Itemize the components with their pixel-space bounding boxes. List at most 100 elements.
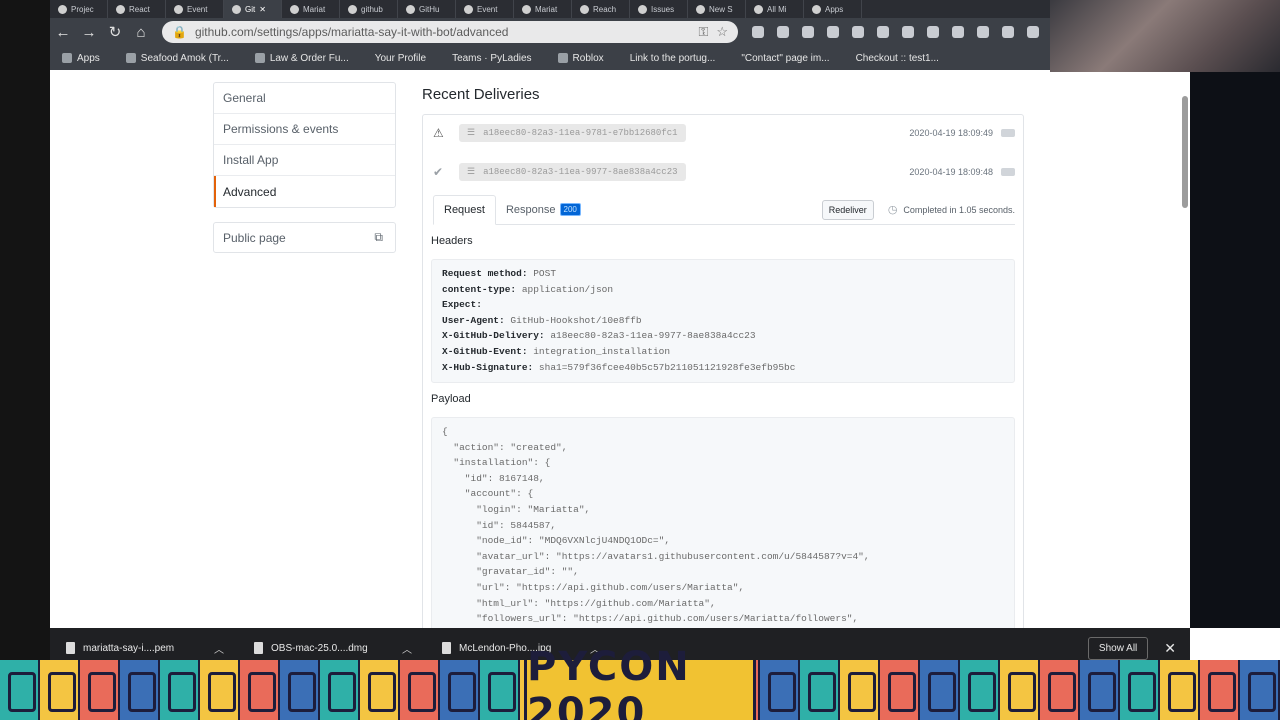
browser-tab[interactable]: Mariat	[514, 0, 572, 18]
banner-tile	[440, 660, 480, 720]
tab-favicon-icon	[812, 4, 821, 14]
tab-request[interactable]: Request	[433, 195, 496, 225]
banner-tile	[1160, 660, 1200, 720]
recent-deliveries-title: Recent Deliveries	[422, 86, 540, 103]
tab-response[interactable]: Response 200	[496, 195, 591, 225]
banner-tile	[400, 660, 440, 720]
browser-tab-active[interactable]: Git ✕	[224, 0, 282, 18]
banner-tile	[840, 660, 880, 720]
browser-tab[interactable]: Issues	[630, 0, 688, 18]
bookmark-apps[interactable]: Apps	[50, 53, 114, 64]
bookmark-item[interactable]: Teams · PyLadies	[440, 53, 545, 64]
chevron-up-icon[interactable]: ︿	[214, 641, 238, 656]
browser-tab[interactable]: Mariat	[282, 0, 340, 18]
delivery-guid[interactable]: ☰ a18eec80-82a3-11ea-9781-e7bb12680fc1	[459, 124, 686, 142]
bookmark-item[interactable]: Link to the portug...	[618, 53, 730, 64]
bookmark-item[interactable]: Seafood Amok (Tr...	[114, 53, 243, 64]
headers-heading: Headers	[431, 235, 473, 247]
bookmark-item[interactable]: Roblox	[546, 53, 618, 64]
status-badge: 200	[559, 203, 581, 216]
delivery-date: 2020-04-19 18:09:48	[909, 167, 993, 177]
extension-icon[interactable]	[1002, 26, 1014, 38]
show-all-button[interactable]: Show All	[1087, 636, 1149, 660]
header-line: User-Agent: GitHub-Hookshot/10e8ffb	[442, 314, 642, 326]
extension-icon[interactable]	[827, 26, 839, 38]
extension-icon[interactable]	[877, 26, 889, 38]
bookmark-item[interactable]: Your Profile	[363, 53, 440, 64]
banner-tile	[200, 660, 240, 720]
extension-icon[interactable]	[752, 26, 764, 38]
banner-tile	[40, 660, 80, 720]
extension-icon[interactable]	[777, 26, 789, 38]
key-icon[interactable]: ⚿	[698, 24, 708, 40]
address-bar[interactable]: 🔒 github.com/settings/apps/mariatta-say-…	[162, 21, 738, 43]
forward-arrow-icon[interactable]: →	[76, 24, 102, 41]
delivery-row[interactable]: ⚠ ☰ a18eec80-82a3-11ea-9781-e7bb12680fc1 …	[423, 115, 1023, 151]
tab-favicon-icon	[464, 4, 473, 14]
browser-tab[interactable]: Projec	[50, 0, 108, 18]
github-app-settings-page: General Permissions & events Install App…	[50, 72, 1190, 628]
browser-tab[interactable]: New S	[688, 0, 746, 18]
public-page-link[interactable]: Public page ⧉	[213, 222, 396, 253]
back-arrow-icon[interactable]: ←	[50, 24, 76, 41]
chevron-up-icon[interactable]: ︿	[402, 641, 426, 656]
delivery-dropdown-icon: ☰	[467, 128, 476, 138]
browser-tab[interactable]: All Mi	[746, 0, 804, 18]
delivery-guid[interactable]: ☰ a18eec80-82a3-11ea-9977-8ae838a4cc23	[459, 163, 686, 181]
header-line: Request method: POST	[442, 268, 557, 279]
banner-tile	[960, 660, 1000, 720]
bookmark-star-icon[interactable]: ☆	[716, 24, 728, 40]
delivery-row[interactable]: ✔ ☰ a18eec80-82a3-11ea-9977-8ae838a4cc23 …	[423, 154, 1023, 190]
extension-icon[interactable]	[1027, 26, 1039, 38]
extension-icon[interactable]	[977, 26, 989, 38]
menu-item-advanced[interactable]: Advanced	[214, 176, 395, 207]
right-backdrop	[1190, 0, 1280, 628]
header-line: X-GitHub-Event: integration_installation	[442, 345, 671, 357]
browser-tab[interactable]: Event	[456, 0, 514, 18]
download-item[interactable]: OBS-mac-25.0....dmg ︿	[238, 641, 426, 656]
delivery-tabs: Request Response 200 Redeliver ◷ Complet…	[433, 195, 1015, 225]
browser-tab[interactable]: Reach	[572, 0, 630, 18]
close-icon[interactable]: ✕	[1164, 640, 1176, 657]
extension-icon[interactable]	[852, 26, 864, 38]
ellipsis-icon[interactable]	[1001, 168, 1015, 176]
browser-tab[interactable]: Apps	[804, 0, 862, 18]
menu-item-install-app[interactable]: Install App	[214, 145, 395, 176]
banner-tile	[1000, 660, 1040, 720]
extension-icon[interactable]	[927, 26, 939, 38]
browser-tab[interactable]: GitHu	[398, 0, 456, 18]
tab-favicon-icon	[522, 4, 531, 14]
browser-tab[interactable]: github	[340, 0, 398, 18]
tab-close-icon[interactable]: ✕	[259, 5, 266, 14]
home-icon[interactable]: ⌂	[128, 24, 154, 41]
payload-heading: Payload	[431, 393, 471, 405]
url-text[interactable]: github.com/settings/apps/mariatta-say-it…	[195, 25, 690, 39]
delivery-dropdown-icon: ☰	[467, 167, 476, 177]
bookmark-item[interactable]: Law & Order Fu...	[243, 53, 363, 64]
extension-icon[interactable]	[902, 26, 914, 38]
apps-grid-icon	[62, 53, 72, 63]
browser-tab[interactable]: React	[108, 0, 166, 18]
redeliver-button[interactable]: Redeliver	[821, 199, 874, 220]
left-backdrop	[0, 0, 50, 660]
speaker-webcam	[1050, 0, 1280, 72]
browser-tab[interactable]: Event	[166, 0, 224, 18]
reload-icon[interactable]: ↻	[102, 23, 128, 41]
banner-tile	[1200, 660, 1240, 720]
extension-icon[interactable]	[802, 26, 814, 38]
ellipsis-icon[interactable]	[1001, 129, 1015, 137]
banner-tile	[160, 660, 200, 720]
banner-tile	[1120, 660, 1160, 720]
download-item[interactable]: mariatta-say-i....pem ︿	[50, 641, 238, 656]
menu-item-permissions[interactable]: Permissions & events	[214, 114, 395, 145]
bookmark-item[interactable]: Checkout :: test1...	[844, 53, 953, 64]
page-scrollbar[interactable]	[1182, 96, 1188, 208]
menu-item-general[interactable]: General	[214, 83, 395, 114]
check-icon: ✔	[433, 165, 444, 179]
banner-tile	[920, 660, 960, 720]
banner-tile	[1240, 660, 1280, 720]
extension-icon[interactable]	[952, 26, 964, 38]
deliveries-panel: ⚠ ☰ a18eec80-82a3-11ea-9781-e7bb12680fc1 …	[422, 114, 1024, 628]
tab-favicon-icon	[406, 4, 415, 14]
bookmark-item[interactable]: "Contact" page im...	[729, 53, 843, 64]
